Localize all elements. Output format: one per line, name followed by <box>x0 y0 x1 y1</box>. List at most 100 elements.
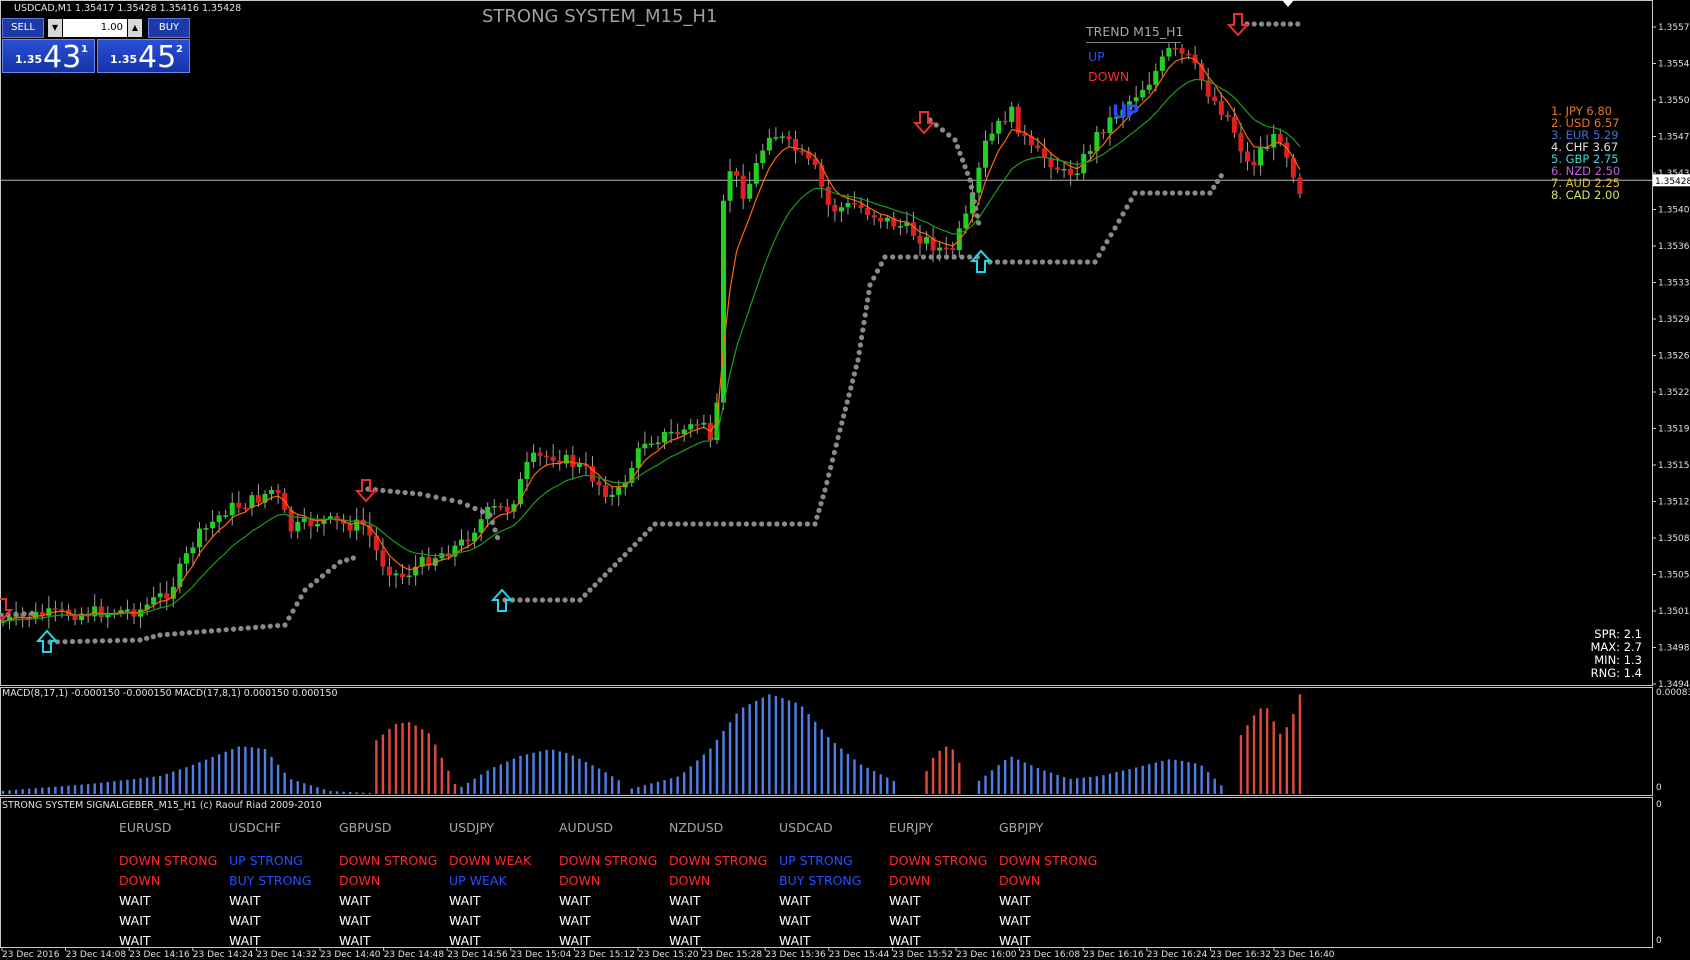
dashboard-pair-header: USDJPY <box>449 820 495 835</box>
macd-bar-down <box>421 729 424 794</box>
stop-dot <box>1009 259 1016 265</box>
bear-candle <box>1035 145 1041 149</box>
macd-bar-up <box>768 694 771 794</box>
stop-dot <box>1092 259 1098 265</box>
time-tick-label: 23 Dec 16:08 <box>1020 950 1081 960</box>
macd-bar-up <box>525 754 529 794</box>
bear-candle <box>1055 167 1061 170</box>
macd-bar-up <box>755 700 758 794</box>
macd-bar-up <box>709 748 712 794</box>
dashboard-axis-zero: 0 <box>1656 936 1662 946</box>
bull-candle <box>406 575 412 578</box>
stop-dot <box>846 392 852 398</box>
bear-candle <box>910 222 916 236</box>
sell-price-prefix: 1.35 <box>15 53 43 66</box>
macd-bar-up <box>604 772 607 794</box>
dashboard-signal-cell: WAIT <box>449 893 481 908</box>
stop-dot <box>905 254 911 260</box>
macd-bar-down <box>447 770 450 794</box>
stop-dot <box>1116 218 1122 224</box>
stop-dot <box>592 582 598 588</box>
stop-dot <box>395 489 401 495</box>
stop-dot <box>319 573 326 579</box>
stop-dot <box>314 578 320 584</box>
macd-bar-down <box>938 750 941 794</box>
buy-arrow-icon <box>490 588 514 612</box>
macd-bar-up <box>1095 776 1099 794</box>
macd-bar-up <box>650 783 653 794</box>
buy-button[interactable]: BUY <box>148 18 190 38</box>
stop-dot <box>844 399 850 405</box>
stop-dot <box>1047 259 1053 265</box>
bear-candle <box>1100 132 1106 134</box>
bull-candle <box>491 506 497 508</box>
sell-button[interactable]: SELL <box>2 18 44 38</box>
bull-candle <box>609 494 615 498</box>
stop-dot <box>325 568 331 574</box>
dashboard-pair-header: EURUSD <box>119 820 172 835</box>
stop-dot <box>1251 21 1257 27</box>
stop-dot <box>743 521 750 527</box>
macd-bar-up <box>322 789 326 794</box>
macd-bar-up <box>132 778 136 794</box>
stop-dot <box>954 144 961 150</box>
macd-bar-up <box>1154 762 1157 794</box>
stop-dot <box>494 534 501 541</box>
macd-bar-up <box>1161 760 1164 794</box>
stop-dot <box>871 275 877 281</box>
macd-bar-up <box>80 784 83 794</box>
macd-bar-up <box>663 780 666 794</box>
stop-dot <box>216 627 222 633</box>
trend-legend-title: TREND M15_H1 <box>1086 24 1184 39</box>
buy-price-button[interactable]: 1.35 45 2 <box>97 39 190 75</box>
bear-candle <box>603 485 609 498</box>
macd-bar-up <box>794 702 797 794</box>
macd-bar-up <box>1115 772 1118 794</box>
lot-decrease-icon[interactable]: ▼ <box>48 19 62 37</box>
sell-price-button[interactable]: 1.35 43 1 <box>2 39 95 75</box>
stop-dot <box>682 521 689 527</box>
macd-bar-up <box>637 786 640 794</box>
lot-size-input[interactable]: 1.00 <box>63 19 127 37</box>
bear-candle <box>734 171 740 176</box>
macd-bar-up <box>781 698 784 794</box>
macd-title: MACD(8,17,1) -0.000150 -0.000150 MACD(17… <box>2 688 338 699</box>
macd-bar-up <box>47 787 51 794</box>
macd-bar-up <box>696 760 699 794</box>
stop-dot <box>1211 184 1217 190</box>
macd-bar-up <box>833 743 837 794</box>
macd-bar-up <box>617 780 620 794</box>
dashboard-signal-cell: WAIT <box>889 893 921 908</box>
stop-dot <box>818 501 824 507</box>
stop-dot <box>816 507 822 513</box>
macd-bar-up <box>348 792 352 794</box>
stop-dot <box>850 378 856 384</box>
stop-dot <box>822 487 828 493</box>
dashboard-signal-cell: WAIT <box>449 913 481 928</box>
bull-candle <box>295 521 301 532</box>
bull-candle <box>1159 56 1165 71</box>
macd-bar-down <box>1285 727 1288 794</box>
bull-candle <box>838 207 844 212</box>
stop-dot <box>492 527 498 533</box>
macd-bar-up <box>178 769 182 794</box>
time-tick-label: 23 Dec 15:20 <box>638 950 699 960</box>
stop-dot <box>1214 178 1221 185</box>
stop-dot <box>1112 225 1118 231</box>
stop-dot <box>582 592 588 598</box>
macd-bar-up <box>283 772 286 794</box>
stop-dot <box>290 608 296 614</box>
macd-bar-up <box>126 779 129 794</box>
stop-dot <box>632 541 638 548</box>
stop-dot <box>853 364 859 370</box>
stop-dot <box>698 521 704 527</box>
price-chart[interactable]: 1.355751.355401.355051.354701.354351.354… <box>0 0 1690 960</box>
macd-bar-up <box>853 759 856 794</box>
macd-bar-up <box>977 780 981 794</box>
price-tick-label: 1.35155 <box>1658 461 1690 471</box>
macd-bar-down <box>945 746 948 794</box>
bull-candle <box>563 454 569 464</box>
lot-increase-icon[interactable]: ▲ <box>128 19 142 37</box>
dashboard-pair-header: AUDUSD <box>559 820 614 835</box>
stop-dot <box>21 611 27 617</box>
